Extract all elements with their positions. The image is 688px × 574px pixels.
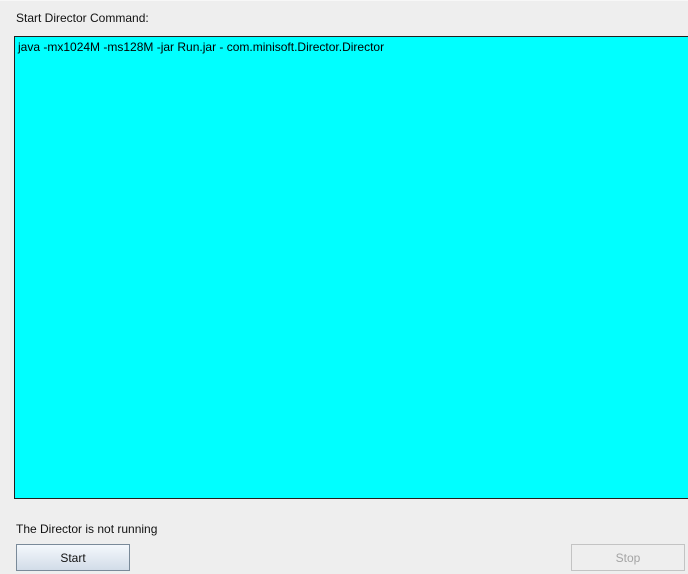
- top-divider: [0, 0, 688, 1]
- stop-button[interactable]: Stop: [571, 544, 685, 571]
- director-status-text: The Director is not running: [16, 522, 158, 536]
- start-button[interactable]: Start: [16, 544, 130, 571]
- start-director-command-label: Start Director Command:: [16, 11, 149, 25]
- start-director-command-textarea[interactable]: java -mx1024M -ms128M -jar Run.jar - com…: [14, 36, 688, 499]
